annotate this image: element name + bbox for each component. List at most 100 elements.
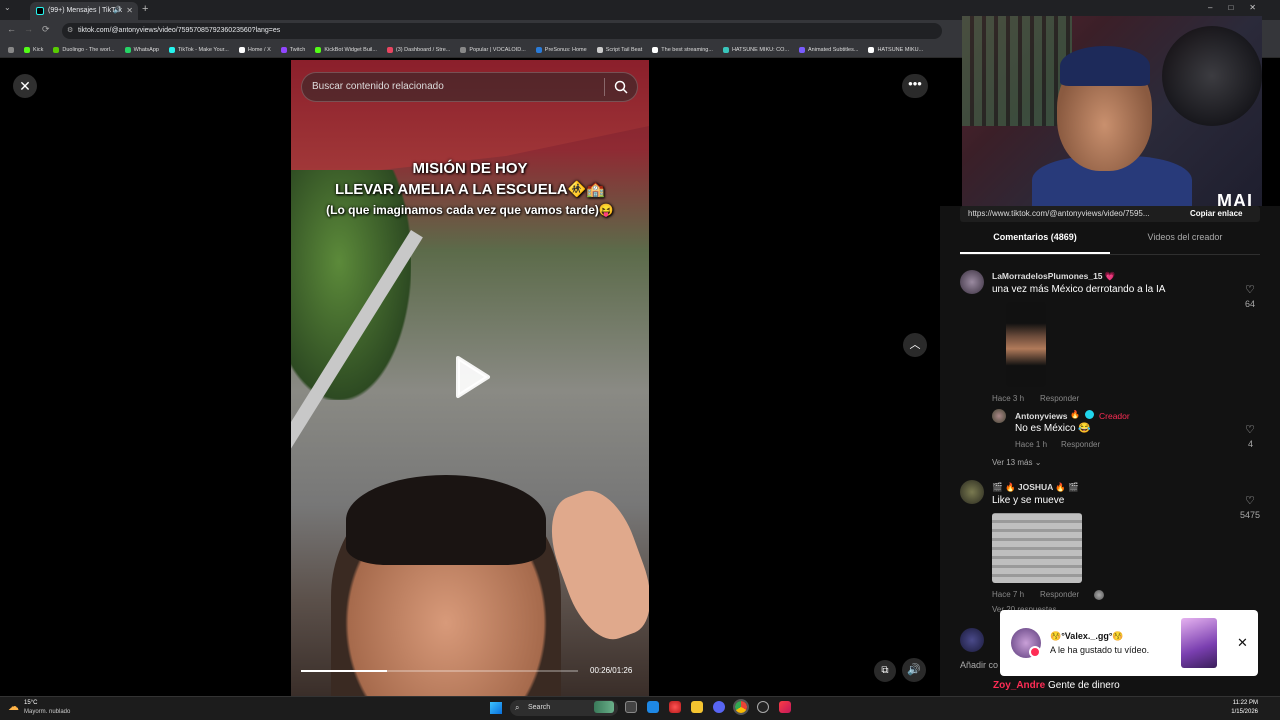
avatar[interactable] <box>960 628 984 652</box>
apps-icon[interactable] <box>8 46 14 53</box>
bookmark-label: WhatsApp <box>133 46 159 53</box>
video-caption-line: LLEVAR AMELIA A LA ESCUELA🚸🏫 <box>334 181 606 198</box>
bookmark-item[interactable]: HATSUNE MIKU... <box>868 46 923 53</box>
clock-time[interactable]: 11:22 PM <box>1233 700 1258 706</box>
comment-username[interactable]: 🎬 🔥 JOSHUA 🔥 🎬 <box>992 482 1079 493</box>
search-placeholder: Buscar contenido relacionado <box>312 81 444 92</box>
bookmark-label: Popular | VOCALOID... <box>469 46 526 53</box>
avatar[interactable] <box>960 480 984 504</box>
bookmark-favicon-icon <box>535 46 542 53</box>
avatar[interactable] <box>992 409 1006 423</box>
chrome-alt-icon[interactable] <box>669 701 681 713</box>
close-video-button[interactable]: ✕ <box>13 74 37 98</box>
weather-desc[interactable]: Mayorm. nublado <box>24 709 70 715</box>
bookmark-item[interactable]: (3) Dashboard / Stre... <box>386 46 451 53</box>
browser-tab[interactable]: (99+) Mensajes | TikTok 🔊 ✕ <box>30 2 138 20</box>
music-icon[interactable] <box>779 701 791 713</box>
bookmark-favicon-icon <box>280 46 287 53</box>
comment-username[interactable]: LaMorradelosPlumones_15 💗 <box>992 271 1115 282</box>
bookmark-item[interactable]: KickBot Widget Buil... <box>315 46 377 53</box>
video-frame-hair <box>346 475 546 565</box>
heart-badge-icon <box>1029 646 1041 658</box>
comment-username[interactable]: Antonyviews <box>1015 411 1067 421</box>
previous-video-button[interactable]: ︿ <box>903 333 927 357</box>
bookmark-item[interactable]: Home / X <box>238 46 271 53</box>
bookmark-item[interactable]: The best streaming... <box>652 46 713 53</box>
bookmark-item[interactable]: Script Tail Beat <box>596 46 642 53</box>
play-icon[interactable] <box>452 354 492 400</box>
avatar <box>1094 590 1104 600</box>
tiktok-favicon-icon <box>36 7 44 15</box>
comment-image[interactable] <box>992 513 1082 583</box>
search-icon[interactable] <box>613 79 629 95</box>
bookmark-favicon-icon <box>124 46 131 53</box>
tab-creator-videos[interactable]: Videos del creador <box>1110 232 1260 242</box>
tab-comments[interactable]: Comentarios (4869) <box>960 232 1110 242</box>
tab-search-icon[interactable]: ⌄ <box>4 3 11 12</box>
copy-link-button[interactable]: Copiar enlace <box>1190 206 1242 222</box>
window-controls[interactable]: –□✕ <box>1208 3 1272 12</box>
task-view-icon[interactable] <box>625 701 637 713</box>
bookmark-item[interactable]: HATSUNE MIKU: CO... <box>722 46 789 53</box>
reply-button[interactable]: Responder <box>1040 590 1079 599</box>
comment-image[interactable] <box>1006 302 1046 387</box>
notification-text: A le ha gustado tu vídeo. <box>1050 645 1150 655</box>
taskbar <box>0 696 1280 720</box>
like-count: 64 <box>1245 299 1256 309</box>
reply-button[interactable]: Responder <box>1061 440 1100 449</box>
bookmark-item[interactable]: PreSonus: Home <box>535 46 587 53</box>
bookmark-item[interactable]: TikTok - Make Your... <box>168 46 229 53</box>
site-info-icon[interactable]: ⚙ <box>67 23 73 39</box>
bookmark-item[interactable]: Popular | VOCALOID... <box>460 46 526 53</box>
discord-icon[interactable] <box>713 701 725 713</box>
address-bar[interactable]: ⚙ tiktok.com/@antonyviews/video/75957085… <box>62 23 942 39</box>
bookmark-item[interactable]: Duolingo - The worl... <box>53 46 115 53</box>
tab-close-icon[interactable]: ✕ <box>126 2 133 20</box>
comment-text: No es México 😂 <box>1015 423 1091 434</box>
new-tab-button[interactable]: + <box>142 3 148 15</box>
reply-button[interactable]: Responder <box>1040 394 1079 403</box>
notification-user: 😚°Valex._.gg°😚 <box>1050 631 1124 641</box>
mail-icon[interactable] <box>647 701 659 713</box>
bookmark-item[interactable]: WhatsApp <box>124 46 159 53</box>
like-heart-icon[interactable]: ♡ <box>1245 423 1255 436</box>
tab-title: (99+) Mensajes | TikTok <box>48 7 122 14</box>
search-highlight-icon <box>594 701 614 713</box>
bookmark-favicon-icon <box>53 46 60 53</box>
related-search-input[interactable]: Buscar contenido relacionado <box>301 72 638 102</box>
video-timecode: 00:26/01:26 <box>590 666 633 675</box>
clock-date[interactable]: 1/15/2026 <box>1231 709 1258 715</box>
like-heart-icon[interactable]: ♡ <box>1245 283 1255 296</box>
forward-button[interactable]: → <box>24 24 33 34</box>
bookmark-label: The best streaming... <box>661 46 713 53</box>
volume-button[interactable]: 🔊 <box>902 658 926 682</box>
search-divider <box>604 78 605 96</box>
bookmark-label: HATSUNE MIKU: CO... <box>731 46 789 53</box>
pip-button[interactable]: ⧉ <box>874 660 896 682</box>
reload-button[interactable]: ⟳ <box>42 24 50 35</box>
bookmark-item[interactable]: Twitch <box>280 46 306 53</box>
back-button[interactable]: ← <box>7 24 16 34</box>
notification-thumbnail[interactable] <box>1181 618 1217 668</box>
chatgpt-icon[interactable] <box>757 701 769 713</box>
bookmark-item[interactable]: Animated Subtitles... <box>799 46 858 53</box>
bookmark-favicon-icon <box>168 46 175 53</box>
weather-icon[interactable]: ☁ <box>8 700 19 713</box>
view-more-replies[interactable]: Ver 13 más ⌄ <box>992 458 1041 467</box>
windows-start-icon[interactable] <box>490 702 502 714</box>
video-caption-line: (Lo que imaginamos cada vez que vamos ta… <box>326 203 614 217</box>
file-explorer-icon[interactable] <box>691 701 703 713</box>
speaker-icon[interactable]: 🔊 <box>113 2 122 20</box>
weather-temp[interactable]: 15°C <box>24 700 37 706</box>
bookmark-label: Twitch <box>289 46 306 53</box>
more-options-button[interactable]: ••• <box>902 74 928 98</box>
close-icon[interactable]: ✕ <box>1237 635 1248 651</box>
bookmark-item[interactable]: Kick <box>24 46 43 53</box>
avatar[interactable] <box>960 270 984 294</box>
bookmark-label: (3) Dashboard / Stre... <box>395 46 451 53</box>
like-heart-icon[interactable]: ♡ <box>1245 494 1255 507</box>
add-comment-input[interactable]: Añadir co <box>960 660 1000 670</box>
chrome-icon[interactable] <box>733 699 749 715</box>
bookmark-favicon-icon <box>386 46 393 53</box>
bookmark-favicon-icon <box>315 46 322 53</box>
